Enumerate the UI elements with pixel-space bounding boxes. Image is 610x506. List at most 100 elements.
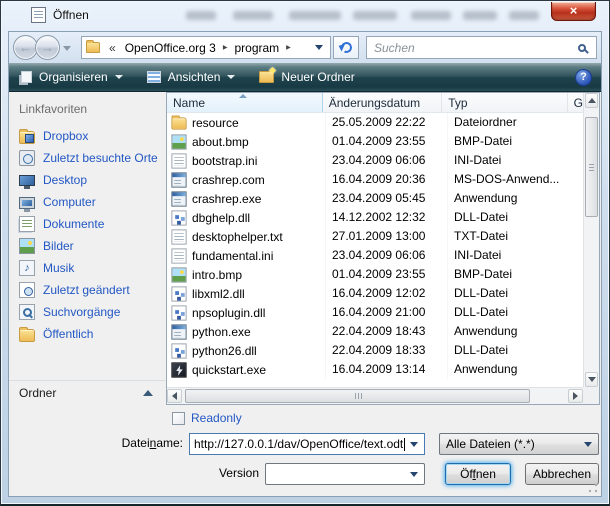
scroll-up-button[interactable] (585, 93, 598, 108)
recent-pages-dropdown[interactable] (63, 46, 71, 51)
column-header-size[interactable]: G (568, 93, 583, 112)
file-row[interactable]: fundamental.ini 23.04.2009 06:06 INI-Dat… (167, 246, 583, 265)
file-row[interactable]: quickstart.exe 16.04.2009 13:14 Anwendun… (167, 360, 583, 379)
file-type: DLL-Datei (448, 303, 576, 322)
search-icon (19, 304, 35, 320)
chevron-down-icon (115, 75, 123, 79)
column-header-name[interactable]: Name (167, 93, 323, 112)
dll-icon (171, 286, 186, 301)
sidebar-item[interactable]: Computer (19, 191, 166, 213)
sidebar-item[interactable]: Desktop (19, 169, 166, 191)
column-header-date[interactable]: Änderungsdatum (323, 93, 443, 112)
sidebar-item[interactable]: Bilder (19, 235, 166, 257)
views-button[interactable]: Ansichten (147, 70, 236, 84)
close-button[interactable]: × (551, 2, 596, 21)
filename-dropdown-button[interactable] (407, 434, 424, 454)
filetype-dropdown-button[interactable] (581, 434, 598, 454)
sidebar-item[interactable]: Suchvorgänge (19, 301, 166, 323)
breadcrumb-separator-icon[interactable]: ▶ (220, 44, 231, 51)
dialog-title: Öffnen (53, 8, 89, 22)
forward-button[interactable]: → (35, 35, 60, 60)
version-select[interactable] (265, 463, 425, 485)
version-dropdown-button[interactable] (407, 464, 424, 484)
scroll-down-button[interactable] (585, 372, 598, 387)
file-name: python26.dll (192, 344, 257, 358)
file-list: Name Änderungsdatum Typ G resource (166, 92, 600, 405)
file-row[interactable]: python.exe 22.04.2009 18:43 Anwendung (167, 322, 583, 341)
file-row[interactable]: bootstrap.ini 23.04.2009 06:06 INI-Datei (167, 151, 583, 170)
file-type: Anwendung (448, 322, 576, 341)
sidebar-item[interactable]: Dropbox (19, 125, 166, 147)
text-icon (171, 248, 186, 263)
cancel-button[interactable]: Abbrechen (525, 463, 599, 485)
horizontal-scroll-thumb[interactable] (185, 389, 530, 403)
file-name: crashrep.exe (192, 192, 261, 206)
chevron-down-icon (410, 442, 418, 447)
dll-icon (171, 343, 186, 358)
text-icon (171, 153, 186, 168)
folders-expander[interactable]: Ordner (9, 380, 165, 405)
file-row[interactable]: npsoplugin.dll 16.04.2009 21:00 DLL-Date… (167, 303, 583, 322)
filetype-select[interactable]: Alle Dateien (*.*) (439, 433, 599, 455)
file-row[interactable]: crashrep.com 16.04.2009 20:36 MS-DOS-Anw… (167, 170, 583, 189)
file-row[interactable]: desktophelper.txt 27.01.2009 13:00 TXT-D… (167, 227, 583, 246)
new-folder-icon (259, 71, 274, 83)
horizontal-scrollbar[interactable] (167, 387, 583, 404)
file-modified-date: 23.04.2009 06:06 (326, 246, 448, 265)
file-row[interactable]: dbghelp.dll 14.12.2002 12:32 DLL-Datei (167, 208, 583, 227)
vertical-scroll-thumb[interactable] (585, 117, 598, 217)
forward-icon: → (41, 40, 54, 55)
file-modified-date: 16.04.2009 12:02 (326, 284, 448, 303)
sort-ascending-icon (239, 94, 247, 98)
column-header-type[interactable]: Typ (442, 93, 567, 112)
file-modified-date: 25.05.2009 22:22 (326, 113, 448, 132)
file-row[interactable]: crashrep.exe 23.04.2009 05:45 Anwendung (167, 189, 583, 208)
breadcrumb[interactable]: « OpenOffice.org 3 ▶ program ▶ (81, 36, 331, 59)
readonly-checkbox[interactable] (172, 412, 185, 425)
sidebar-item-label: Suchvorgänge (43, 305, 120, 319)
breadcrumb-overflow-chevron[interactable]: « (109, 41, 116, 55)
file-row[interactable]: intro.bmp 01.04.2009 23:55 BMP-Datei (167, 265, 583, 284)
file-row[interactable]: libxml2.dll 16.04.2009 12:02 DLL-Datei (167, 284, 583, 303)
footer-panel: Readonly Dateiname: http://127.0.0.1/dav… (9, 405, 601, 496)
open-button[interactable]: Öffnen (445, 463, 511, 485)
scroll-right-button[interactable] (568, 389, 583, 403)
breadcrumb-separator-icon[interactable]: ▶ (283, 44, 294, 51)
sidebar-item[interactable]: Dokumente (19, 213, 166, 235)
filename-input[interactable]: http://127.0.0.1/dav/OpenOffice/text.odt (189, 433, 425, 455)
sidebar-item-label: Computer (43, 195, 96, 209)
column-headers: Name Änderungsdatum Typ G (167, 93, 583, 113)
resize-grip[interactable] (588, 483, 598, 493)
file-modified-date: 27.01.2009 13:00 (326, 227, 448, 246)
column-label: Name (173, 96, 205, 110)
file-row[interactable]: about.bmp 01.04.2009 23:55 BMP-Datei (167, 132, 583, 151)
background-menu-blur (411, 11, 451, 20)
sidebar-item[interactable]: Öffentlich (19, 323, 166, 345)
breadcrumb-segment[interactable]: program (230, 40, 283, 56)
scroll-left-button[interactable] (167, 389, 182, 403)
pictures-icon (19, 238, 35, 254)
sidebar-item[interactable]: ♪ Musik (19, 257, 166, 279)
file-row[interactable]: python26.dll 22.04.2009 18:33 DLL-Datei (167, 341, 583, 360)
vertical-scrollbar[interactable] (583, 93, 599, 387)
refresh-button[interactable] (333, 36, 359, 59)
title-bar[interactable]: Öffnen × (1, 1, 609, 31)
file-modified-date: 22.04.2009 18:33 (326, 341, 448, 360)
dropbox-icon (19, 131, 35, 144)
breadcrumb-segment[interactable]: OpenOffice.org 3 (121, 40, 220, 56)
file-name: crashrep.com (192, 173, 265, 187)
arrow-up-icon (588, 98, 596, 103)
new-folder-button[interactable]: Neuer Ordner (259, 70, 354, 84)
file-row[interactable]: resource 25.05.2009 22:22 Dateiordner (167, 113, 583, 132)
file-type: Anwendung (448, 360, 576, 379)
sidebar-item[interactable]: Zuletzt geändert (19, 279, 166, 301)
file-name: python.exe (192, 325, 251, 339)
sidebar-item-label: Desktop (43, 173, 87, 187)
file-type: INI-Datei (448, 151, 576, 170)
chevron-down-icon (584, 442, 592, 447)
organize-button[interactable]: Organisieren (18, 70, 123, 84)
help-button[interactable]: ? (575, 69, 592, 86)
address-dropdown-icon[interactable] (315, 45, 323, 50)
sidebar-item[interactable]: Zuletzt besuchte Orte (19, 147, 166, 169)
search-input[interactable]: Suchen (366, 36, 597, 59)
